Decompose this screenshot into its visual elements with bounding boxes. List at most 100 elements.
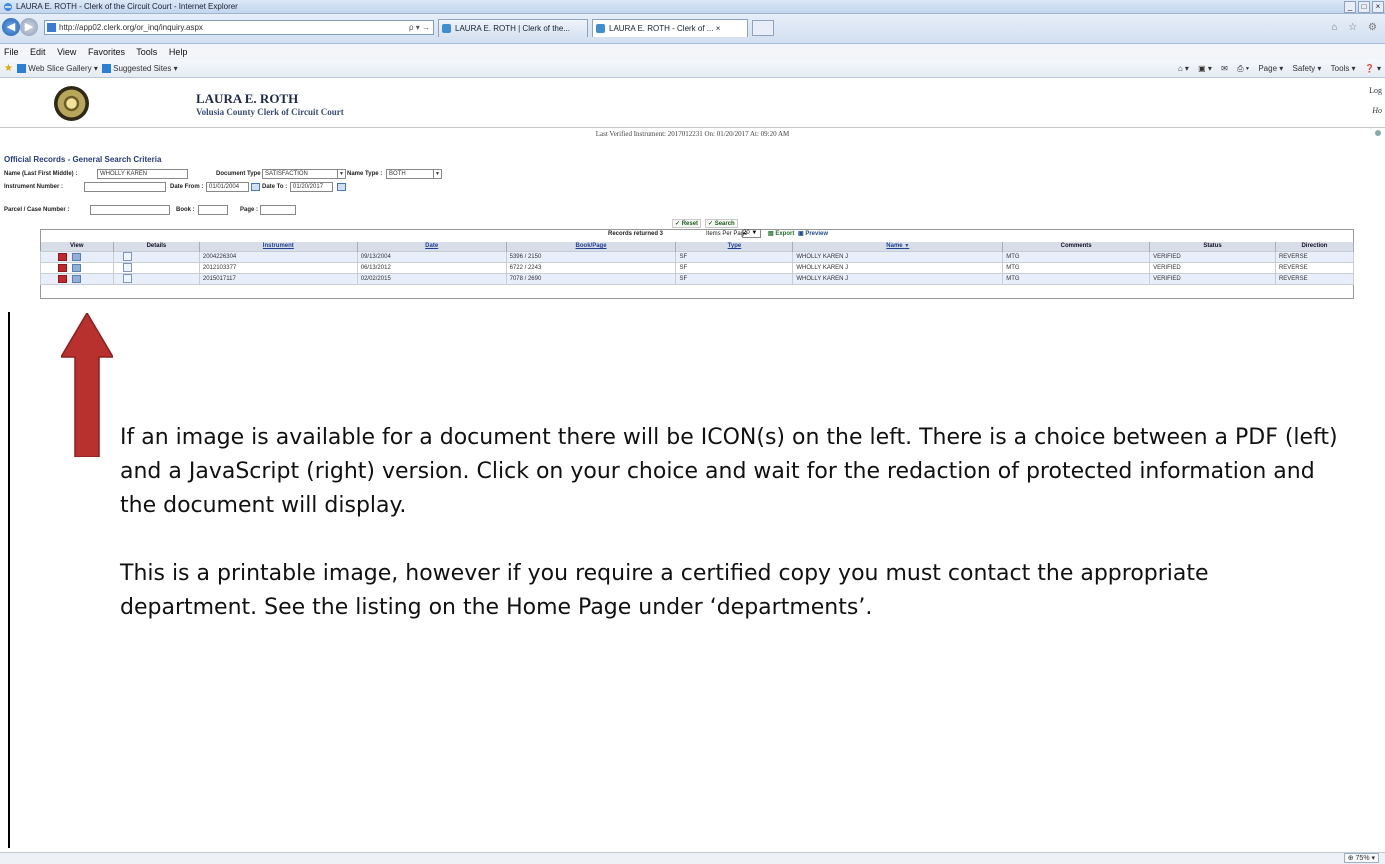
- url-controls[interactable]: ρ ▾ →: [409, 21, 430, 34]
- menu-edit[interactable]: Edit: [30, 47, 46, 57]
- back-button[interactable]: ◀: [2, 18, 20, 36]
- instruction-paragraph-1: If an image is available for a document …: [120, 425, 1338, 518]
- items-per-page-select[interactable]: 20 ▼: [742, 229, 761, 238]
- home-command[interactable]: ⌂ ▾: [1178, 64, 1189, 73]
- new-tab-button[interactable]: [752, 20, 774, 36]
- favorites-bar: ★ Web Slice Gallery ▾ Suggested Sites ▾ …: [0, 60, 1385, 78]
- direction-cell: REVERSE: [1274, 261, 1355, 274]
- direction-cell: REVERSE: [1274, 250, 1355, 263]
- table-row: 2012103377 06/13/2012 6722 / 2243 SF WHO…: [40, 261, 1355, 274]
- calendar-icon[interactable]: [337, 183, 346, 191]
- export-button[interactable]: ▤ Export: [768, 230, 794, 237]
- last-verified-line: Last Verified Instrument: 2017012231 On:…: [595, 130, 790, 138]
- favorites-star-icon[interactable]: ★: [4, 63, 13, 74]
- menu-view[interactable]: View: [57, 47, 76, 57]
- maximize-button[interactable]: □: [1358, 1, 1370, 13]
- items-per-page-value: 20: [743, 230, 750, 236]
- logout-link[interactable]: Log: [1369, 86, 1382, 95]
- page-label: Page :: [240, 207, 259, 213]
- col-name[interactable]: Name ▼: [792, 242, 1004, 251]
- search-button[interactable]: ✓ Search: [705, 219, 738, 228]
- browser-right-controls[interactable]: ⌂ ☆ ⚙: [1331, 22, 1381, 33]
- instrument-cell: 2004226304: [198, 250, 358, 263]
- parcel-case-label: Parcel / Case Number :: [4, 207, 70, 213]
- command-bar: ⌂ ▾ ▣ ▾ ✉ ⎙ ▾ Page ▾ Safety ▾ Tools ▾ ❓ …: [1171, 60, 1381, 78]
- status-cell: VERIFIED: [1149, 272, 1276, 285]
- export-label: Export: [775, 231, 795, 237]
- status-cell: VERIFIED: [1149, 261, 1276, 274]
- menu-help[interactable]: Help: [169, 47, 188, 57]
- instrument-number-input[interactable]: [84, 182, 166, 192]
- home-link[interactable]: Ho: [1372, 106, 1382, 115]
- doc-type-value: SATISFACTION: [265, 171, 308, 177]
- print-command[interactable]: ⎙ ▾: [1237, 64, 1249, 73]
- name-type-select[interactable]: BOTH ▼: [386, 169, 442, 179]
- url-text: http://app02.clerk.org/or_inq/inquiry.as…: [59, 23, 203, 32]
- page-header: LAURA E. ROTH Volusia County Clerk of Ci…: [0, 80, 1385, 128]
- name-label: Name (Last First Middle) :: [4, 171, 78, 177]
- address-bar[interactable]: http://app02.clerk.org/or_inq/inquiry.as…: [44, 20, 434, 35]
- pdf-icon[interactable]: [58, 263, 67, 272]
- mail-command[interactable]: ✉: [1221, 64, 1228, 73]
- web-slice-icon: [17, 64, 27, 74]
- window-controls: _ □ ×: [1343, 0, 1385, 14]
- reset-button[interactable]: ✓ Reset: [672, 219, 702, 228]
- col-book-page[interactable]: Book/Page: [506, 242, 677, 251]
- date-cell: 02/02/2015: [356, 272, 507, 285]
- tab-clerk-inquiry[interactable]: LAURA E. ROTH - Clerk of ... ×: [592, 19, 748, 37]
- page-menu[interactable]: Page ▾: [1258, 64, 1283, 73]
- details-icon[interactable]: [122, 263, 132, 272]
- tab-clerk-site[interactable]: LAURA E. ROTH | Clerk of the...: [438, 19, 588, 37]
- name-cell: WHOLLY KAREN J: [792, 250, 1004, 263]
- menu-favorites[interactable]: Favorites: [88, 47, 125, 57]
- county-seal-logo: [54, 86, 89, 121]
- tools-menu[interactable]: Tools ▾: [1331, 64, 1356, 73]
- name-type-value: BOTH: [389, 171, 406, 177]
- javascript-viewer-icon[interactable]: [72, 274, 81, 283]
- page-input[interactable]: [260, 205, 296, 215]
- safety-menu[interactable]: Safety ▾: [1292, 64, 1321, 73]
- instrument-cell: 2015017117: [198, 272, 358, 285]
- book-page-cell: 6722 / 2243: [505, 261, 677, 274]
- date-from-input[interactable]: 01/01/2004: [206, 182, 249, 192]
- name-input[interactable]: WHOLLY KAREN: [97, 169, 188, 179]
- calendar-icon[interactable]: [251, 183, 260, 191]
- fav-web-slice-gallery[interactable]: Web Slice Gallery ▾: [28, 64, 98, 73]
- close-button[interactable]: ×: [1372, 1, 1384, 13]
- col-type[interactable]: Type: [675, 242, 794, 251]
- tab-favicon-icon: [442, 24, 451, 33]
- type-cell: SF: [675, 261, 794, 274]
- pdf-icon[interactable]: [58, 252, 67, 261]
- instruction-text: If an image is available for a document …: [120, 421, 1350, 625]
- direction-cell: REVERSE: [1274, 272, 1355, 285]
- date-to-input[interactable]: 01/20/2017: [290, 182, 333, 192]
- book-input[interactable]: [198, 205, 228, 215]
- details-icon[interactable]: [122, 252, 132, 261]
- javascript-viewer-icon[interactable]: [72, 263, 81, 272]
- comments-cell: MTG: [1002, 261, 1151, 274]
- book-page-cell: 7078 / 2690: [505, 272, 677, 285]
- col-date[interactable]: Date: [357, 242, 507, 251]
- menu-tools[interactable]: Tools: [136, 47, 157, 57]
- help-command[interactable]: ❓ ▾: [1365, 64, 1381, 73]
- javascript-viewer-icon[interactable]: [72, 252, 81, 261]
- fav-suggested-sites[interactable]: Suggested Sites ▾: [113, 64, 178, 73]
- doc-type-label: Document Type :: [216, 171, 265, 177]
- col-instrument[interactable]: Instrument: [199, 242, 358, 251]
- details-icon[interactable]: [122, 274, 132, 283]
- zoom-control[interactable]: ⊕ 75% ▾: [1343, 853, 1379, 863]
- minimize-button[interactable]: _: [1344, 1, 1356, 13]
- pdf-icon[interactable]: [58, 274, 67, 283]
- preview-button[interactable]: ▣ Preview: [798, 230, 828, 237]
- forward-button[interactable]: ▶: [20, 18, 38, 36]
- menu-file[interactable]: File: [4, 47, 19, 57]
- comments-cell: MTG: [1002, 272, 1151, 285]
- ie-logo-icon: [3, 2, 13, 12]
- doc-type-select[interactable]: SATISFACTION ▼: [262, 169, 346, 179]
- col-details: Details: [113, 242, 200, 251]
- name-cell: WHOLLY KAREN J: [792, 261, 1004, 274]
- instrument-number-label: Instrument Number :: [4, 184, 64, 190]
- feeds-command[interactable]: ▣ ▾: [1198, 64, 1212, 73]
- up-arrow-icon: [61, 313, 113, 457]
- parcel-case-input[interactable]: [90, 205, 170, 215]
